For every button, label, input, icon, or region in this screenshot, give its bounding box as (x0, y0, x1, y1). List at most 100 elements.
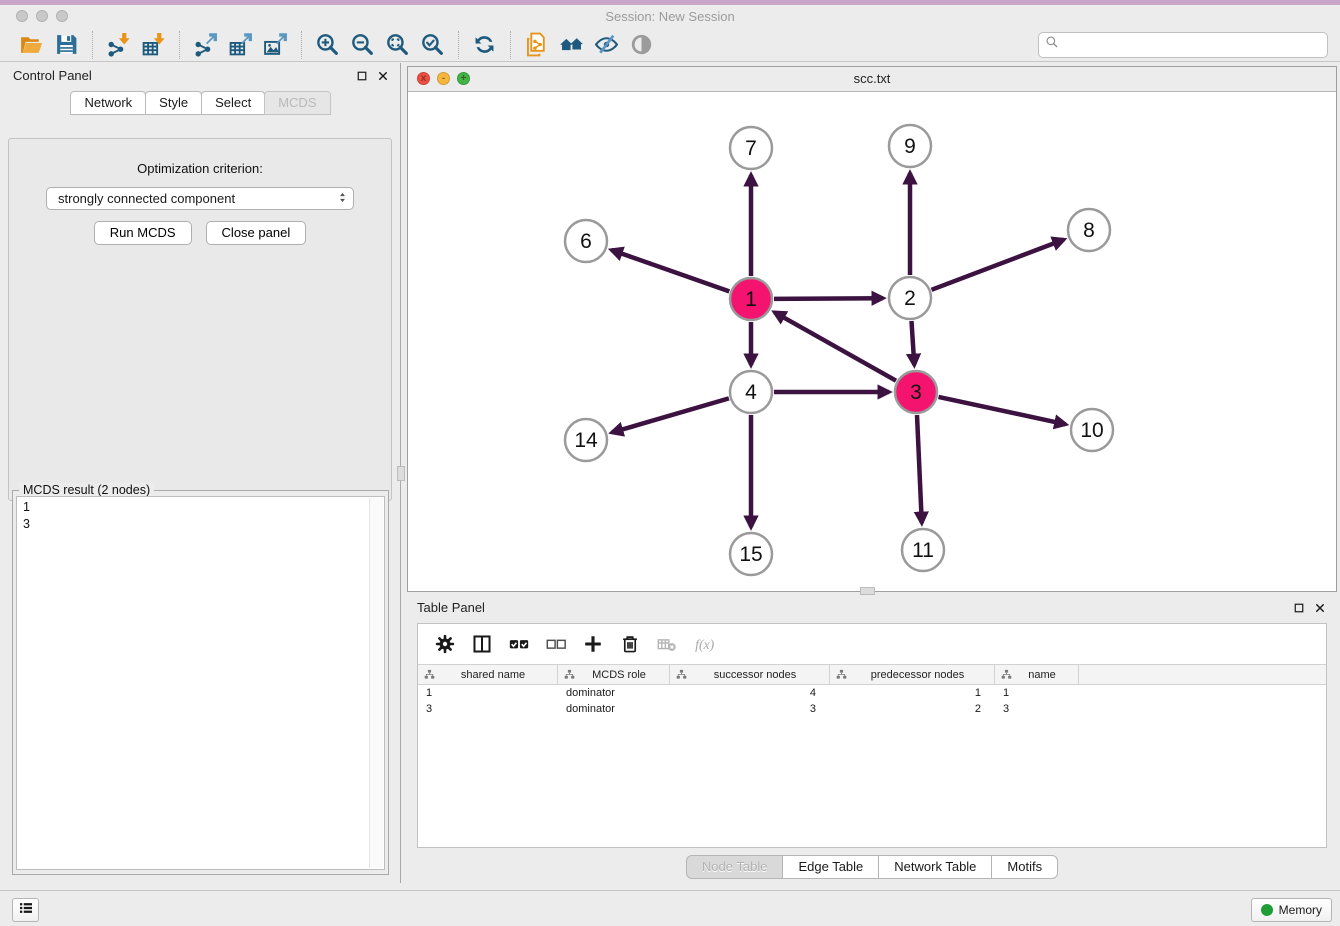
table-cell[interactable]: 3 (995, 703, 1079, 715)
control-panel-float-button[interactable] (355, 69, 369, 83)
refresh-icon[interactable] (469, 31, 500, 59)
table-row[interactable]: 1dominator411 (418, 685, 1326, 701)
svg-text:15: 15 (739, 543, 762, 566)
table-cell[interactable]: dominator (558, 687, 670, 699)
table-cell[interactable]: 4 (670, 687, 830, 699)
graph-node-9[interactable]: 9 (889, 125, 931, 167)
copy-network-icon[interactable] (521, 31, 552, 59)
network-graph: 7 9 6 8 1 2 4 3 14 10 15 11 (408, 91, 1336, 591)
tab-network[interactable]: Network (70, 91, 146, 115)
graph-node-11[interactable]: 11 (902, 529, 944, 571)
graph-edge-2-8[interactable] (932, 240, 1064, 290)
delete-table-icon[interactable] (656, 632, 678, 656)
import-network-icon[interactable] (103, 31, 134, 59)
graph-edge-2-3[interactable] (912, 321, 915, 365)
network-canvas[interactable]: 7 9 6 8 1 2 4 3 14 10 15 11 (408, 91, 1336, 591)
column-header-name[interactable]: name (995, 665, 1079, 684)
zoom-fit-icon[interactable] (382, 31, 413, 59)
zoom-window-button[interactable] (56, 10, 68, 22)
function-builder-icon[interactable]: f(x) (693, 632, 723, 656)
graph-node-1[interactable]: 1 (730, 278, 772, 320)
import-table-icon[interactable] (138, 31, 169, 59)
first-neighbors-icon[interactable] (556, 31, 587, 59)
memory-button[interactable]: Memory (1251, 898, 1332, 922)
tab-network-table[interactable]: Network Table (878, 855, 992, 879)
table-cell[interactable]: 1 (418, 687, 558, 699)
table-cell[interactable]: dominator (558, 703, 670, 715)
graph-node-8[interactable]: 8 (1068, 209, 1110, 251)
column-header-mcds-role[interactable]: MCDS role (558, 665, 670, 684)
control-panel-header: Control Panel (0, 63, 400, 89)
table-settings-icon[interactable] (434, 632, 456, 656)
close-window-button[interactable] (16, 10, 28, 22)
open-session-icon[interactable] (16, 31, 47, 59)
deselect-all-icon[interactable] (545, 632, 567, 656)
graph-edge-3-11[interactable] (917, 415, 922, 523)
tab-node-table[interactable]: Node Table (686, 855, 784, 879)
export-table-icon[interactable] (225, 31, 256, 59)
column-header-predecessor-nodes[interactable]: predecessor nodes (830, 665, 995, 684)
graph-node-15[interactable]: 15 (730, 533, 772, 575)
tab-motifs[interactable]: Motifs (991, 855, 1058, 879)
zoom-selected-icon[interactable] (417, 31, 448, 59)
tab-select[interactable]: Select (201, 91, 265, 115)
delete-column-icon[interactable] (619, 632, 641, 656)
minimize-window-button[interactable] (36, 10, 48, 22)
split-panel-icon[interactable] (471, 632, 493, 656)
column-header-successor-nodes[interactable]: successor nodes (670, 665, 830, 684)
zoom-out-icon[interactable] (347, 31, 378, 59)
graph-node-4[interactable]: 4 (730, 371, 772, 413)
svg-text:7: 7 (745, 137, 757, 160)
graph-node-7[interactable]: 7 (730, 127, 772, 169)
search-input[interactable] (1063, 34, 1327, 56)
mcds-result-scrollbar[interactable] (369, 498, 383, 868)
tab-style[interactable]: Style (145, 91, 202, 115)
zoom-in-icon[interactable] (312, 31, 343, 59)
table-panel-float-button[interactable] (1292, 601, 1306, 615)
add-column-icon[interactable] (582, 632, 604, 656)
close-network-button[interactable]: x (417, 72, 430, 85)
table-cell[interactable]: 1 (995, 687, 1079, 699)
status-bar: Memory (0, 890, 1340, 926)
criterion-select[interactable]: strongly connected component (46, 187, 354, 210)
save-session-icon[interactable] (51, 31, 82, 59)
run-mcds-button[interactable]: Run MCDS (94, 221, 192, 245)
table-panel-close-button[interactable] (1313, 601, 1327, 615)
export-image-icon[interactable] (260, 31, 291, 59)
graph-node-10[interactable]: 10 (1071, 409, 1113, 451)
column-header-shared-name[interactable]: shared name (418, 665, 558, 684)
mcds-result-title: MCDS result (2 nodes) (19, 483, 154, 497)
table-row[interactable]: 3dominator323 (418, 701, 1326, 717)
graphics-details-icon[interactable] (591, 31, 622, 59)
select-all-icon[interactable] (508, 632, 530, 656)
graph-node-6[interactable]: 6 (565, 220, 607, 262)
zoom-network-button[interactable]: + (457, 72, 470, 85)
graph-edge-3-10[interactable] (939, 397, 1066, 424)
control-panel-title: Control Panel (13, 68, 92, 83)
close-panel-button[interactable]: Close panel (206, 221, 307, 245)
tab-mcds[interactable]: MCDS (264, 91, 330, 115)
graph-node-3[interactable]: 3 (895, 371, 937, 413)
graph-edge-1-6[interactable] (612, 250, 730, 291)
graph-edge-3-1[interactable] (775, 312, 897, 380)
task-history-button[interactable] (12, 898, 39, 922)
table-cell[interactable]: 3 (670, 703, 830, 715)
table-cell[interactable]: 3 (418, 703, 558, 715)
export-network-icon[interactable] (190, 31, 221, 59)
table-cell[interactable]: 2 (830, 703, 995, 715)
svg-text:9: 9 (904, 135, 916, 158)
tab-edge-table[interactable]: Edge Table (782, 855, 879, 879)
control-panel-close-button[interactable] (376, 69, 390, 83)
mcds-result-area[interactable]: 1 3 (16, 496, 385, 870)
birds-eye-view-icon[interactable] (626, 31, 657, 59)
graph-node-14[interactable]: 14 (565, 419, 607, 461)
graph-edge-1-2[interactable] (774, 298, 883, 299)
vertical-splitter-handle[interactable] (397, 466, 405, 481)
mcds-buttons-row: Run MCDS Close panel (9, 221, 391, 245)
horizontal-splitter-handle[interactable] (860, 587, 875, 595)
graph-node-2[interactable]: 2 (889, 277, 931, 319)
table-cell[interactable]: 1 (830, 687, 995, 699)
minimize-network-button[interactable]: - (437, 72, 450, 85)
memory-label: Memory (1279, 903, 1322, 917)
graph-edge-4-14[interactable] (612, 398, 729, 432)
